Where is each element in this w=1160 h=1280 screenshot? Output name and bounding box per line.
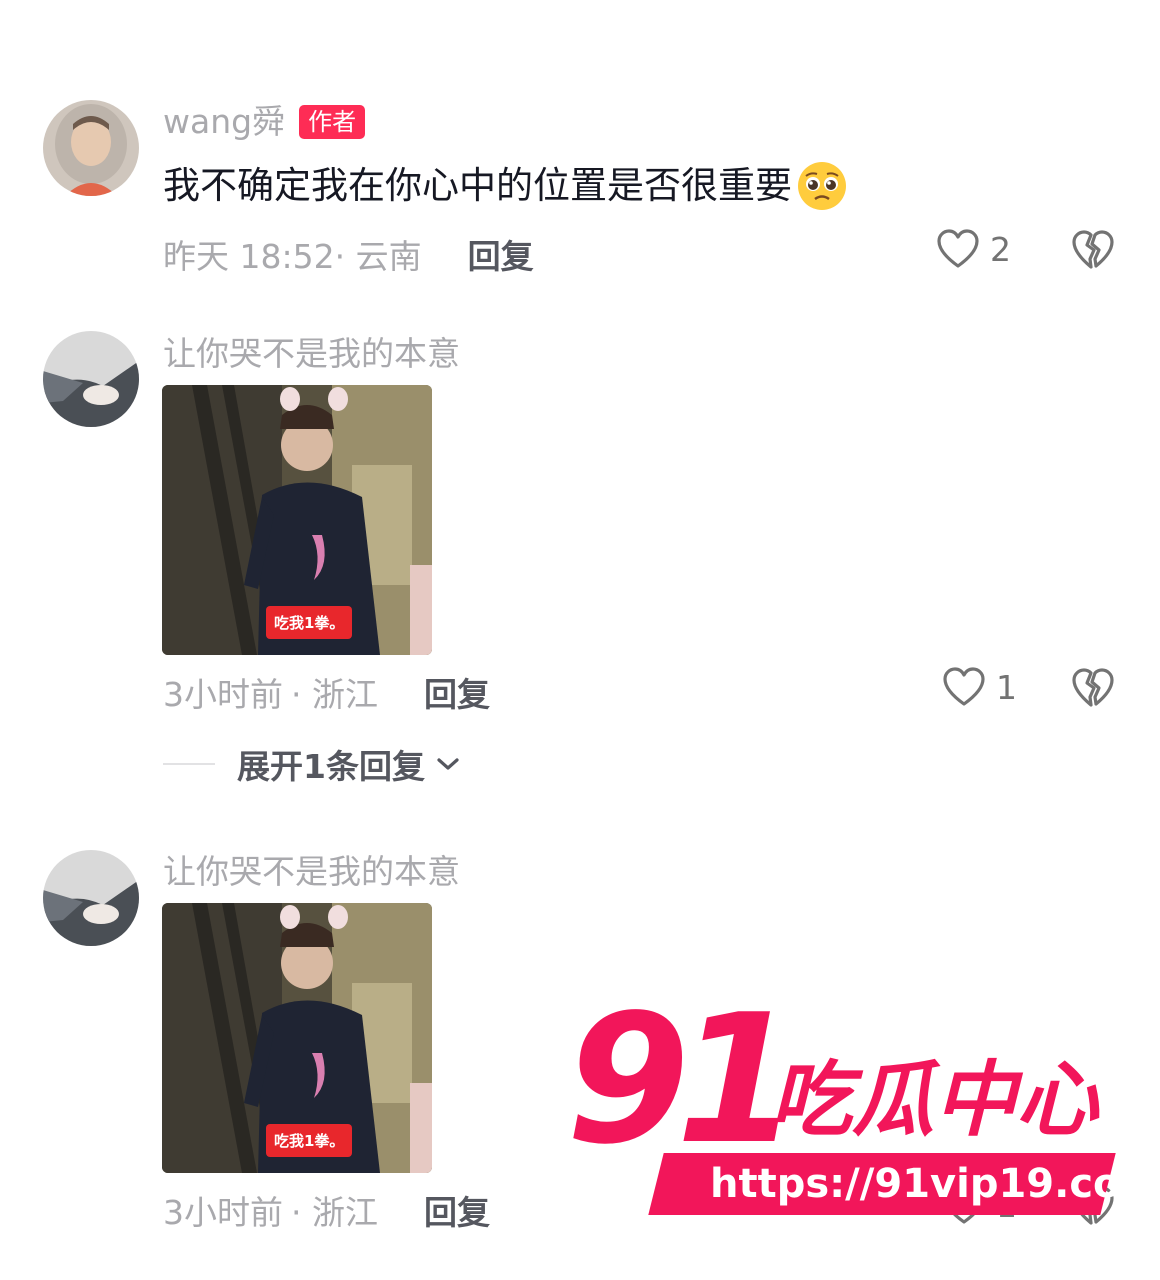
- comment-location: · 浙江: [291, 675, 378, 714]
- username-row: wang舜 作者: [163, 102, 366, 142]
- dislike-button[interactable]: [1071, 229, 1115, 275]
- like-button[interactable]: 1: [942, 666, 1017, 708]
- divider-line: [163, 763, 215, 765]
- reply-button[interactable]: 回复: [468, 230, 534, 278]
- comment-meta: 3小时前 · 浙江 回复: [163, 1186, 490, 1234]
- like-count: 1: [996, 667, 1017, 707]
- comment-image[interactable]: 吃我1拳。: [162, 903, 432, 1173]
- dislike-button[interactable]: [1071, 667, 1115, 713]
- image-caption: 吃我1拳。: [266, 606, 353, 639]
- broken-heart-icon: [1072, 668, 1114, 707]
- avatar[interactable]: [43, 850, 139, 946]
- like-count: 2: [990, 229, 1011, 269]
- comment-location: · 云南: [334, 237, 422, 276]
- comment-meta: 昨天 18:52 · 云南 回复: [163, 230, 534, 278]
- watermark-name: 吃瓜中心: [770, 1053, 1098, 1148]
- image-caption: 吃我1拳。: [266, 1124, 353, 1157]
- heart-icon: [937, 229, 979, 268]
- username-row: 让你哭不是我的本意: [163, 334, 460, 374]
- username-row: 让你哭不是我的本意: [163, 852, 460, 892]
- expand-replies-label: 展开1条回复: [237, 747, 425, 786]
- pleading-face-emoji: [796, 160, 848, 212]
- expand-replies-button[interactable]: 展开1条回复: [163, 740, 461, 788]
- reply-button[interactable]: 回复: [424, 668, 490, 716]
- reply-button[interactable]: 回复: [424, 1186, 490, 1234]
- comment-body: 我不确定我在你心中的位置是否很重要: [163, 164, 792, 207]
- heart-icon: [943, 667, 985, 706]
- username[interactable]: 让你哭不是我的本意: [163, 852, 460, 892]
- avatar[interactable]: [43, 331, 139, 427]
- username[interactable]: 让你哭不是我的本意: [163, 334, 460, 374]
- watermark-logo: 91 吃瓜中心 https://91vip19.com: [560, 976, 1160, 1225]
- chevron-down-icon: [437, 758, 459, 770]
- comment-time: 昨天 18:52: [163, 237, 335, 276]
- comment-location: · 浙江: [291, 1193, 378, 1232]
- comment-time: 3小时前: [163, 1193, 283, 1232]
- avatar[interactable]: [43, 100, 139, 196]
- watermark-number: 91: [566, 976, 800, 1183]
- comment-image[interactable]: 吃我1拳。: [162, 385, 432, 655]
- author-badge: 作者: [299, 105, 366, 139]
- comment-meta: 3小时前 · 浙江 回复: [163, 668, 490, 716]
- broken-heart-icon: [1072, 230, 1114, 269]
- watermark-url: https://91vip19.com: [710, 1161, 1160, 1207]
- comment-text: 我不确定我在你心中的位置是否很重要: [163, 160, 848, 212]
- comment-time: 3小时前: [163, 675, 283, 714]
- username[interactable]: wang舜: [163, 102, 285, 142]
- like-button[interactable]: 2: [936, 228, 1011, 270]
